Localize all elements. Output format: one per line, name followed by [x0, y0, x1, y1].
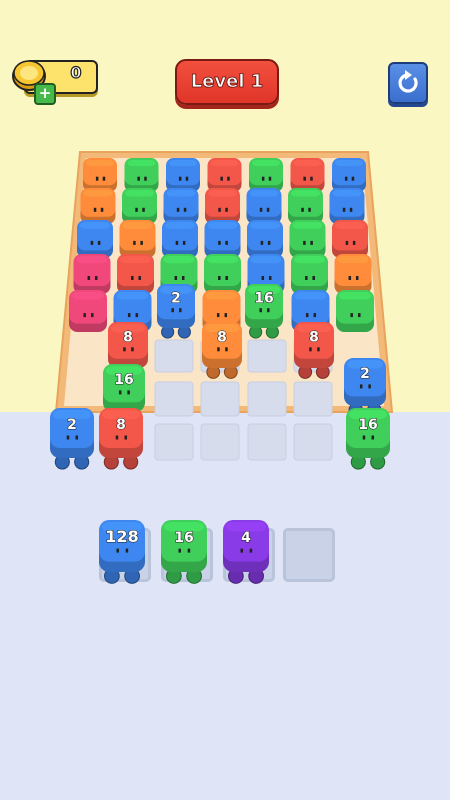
cube-number-label: 16: [114, 372, 133, 388]
board-cube[interactable]: [291, 254, 328, 294]
board-cube[interactable]: [247, 220, 283, 258]
board-cube[interactable]: [205, 188, 240, 224]
restart-icon: [398, 70, 418, 93]
board-cube[interactable]: [80, 188, 116, 224]
grid-tile[interactable]: [154, 339, 194, 373]
cube-number-label: 2: [171, 290, 181, 306]
board-cube[interactable]: [332, 220, 368, 258]
board-cube[interactable]: [69, 290, 107, 332]
cube-number-label: 8: [309, 329, 319, 345]
grid-tile[interactable]: [293, 423, 333, 461]
grid-tile[interactable]: [247, 423, 287, 461]
board-cube[interactable]: [336, 290, 374, 332]
board-cube[interactable]: [204, 220, 241, 258]
cube-number-label: 2: [67, 417, 77, 433]
board-cube[interactable]: [334, 254, 372, 294]
cube-number-label: 16: [174, 530, 193, 546]
cube-number-label: 16: [254, 290, 273, 306]
numbered-cube[interactable]: 16: [346, 408, 390, 470]
grid-tile[interactable]: [247, 381, 287, 417]
cube-number-label: 8: [123, 329, 133, 345]
board-cube[interactable]: [122, 188, 157, 224]
board-cube[interactable]: [119, 220, 156, 258]
board-cube[interactable]: [249, 158, 283, 192]
restart-button[interactable]: [388, 62, 428, 104]
tray-cube[interactable]: 4: [223, 520, 269, 584]
cube-number-label: 128: [105, 527, 138, 546]
board-cube[interactable]: [246, 188, 282, 224]
board-cube[interactable]: [124, 158, 159, 192]
cube-number-label: 8: [116, 417, 126, 433]
cube-number-label: 4: [241, 530, 251, 546]
cube-number-label: 2: [360, 366, 370, 382]
add-coins-button[interactable]: +: [34, 83, 56, 105]
cube-tray: 128 16 4: [99, 520, 269, 584]
board-cube[interactable]: [207, 158, 242, 192]
numbered-cube[interactable]: 2: [50, 408, 94, 470]
cube-number-label: 16: [358, 417, 377, 433]
grid-tile[interactable]: [154, 381, 194, 417]
numbered-cube[interactable]: 8: [99, 408, 143, 470]
grid-tile[interactable]: [200, 423, 240, 461]
board-cube[interactable]: [329, 188, 365, 224]
tray-cube[interactable]: 128: [99, 520, 145, 584]
board-cube[interactable]: [288, 188, 323, 224]
board-cube[interactable]: [162, 220, 198, 258]
board-cube[interactable]: [163, 188, 199, 224]
grid-tile[interactable]: [200, 381, 240, 417]
tray-cube[interactable]: 16: [161, 520, 207, 584]
board-cube[interactable]: [77, 220, 113, 258]
board-cube[interactable]: [166, 158, 200, 192]
level-button[interactable]: Level 1: [175, 59, 279, 105]
board-cube[interactable]: [117, 254, 154, 294]
grid-tile[interactable]: [247, 339, 287, 373]
board-cube[interactable]: [73, 254, 111, 294]
coin-count: 0: [70, 62, 82, 82]
board-cube[interactable]: [289, 220, 326, 258]
grid-tile[interactable]: [154, 423, 194, 461]
board-cube[interactable]: [204, 254, 241, 294]
board-cube[interactable]: [83, 158, 117, 192]
grid-tile[interactable]: [293, 381, 333, 417]
board-cube[interactable]: [332, 158, 366, 192]
board-cube[interactable]: [290, 158, 325, 192]
cube-number-label: 8: [217, 329, 227, 345]
